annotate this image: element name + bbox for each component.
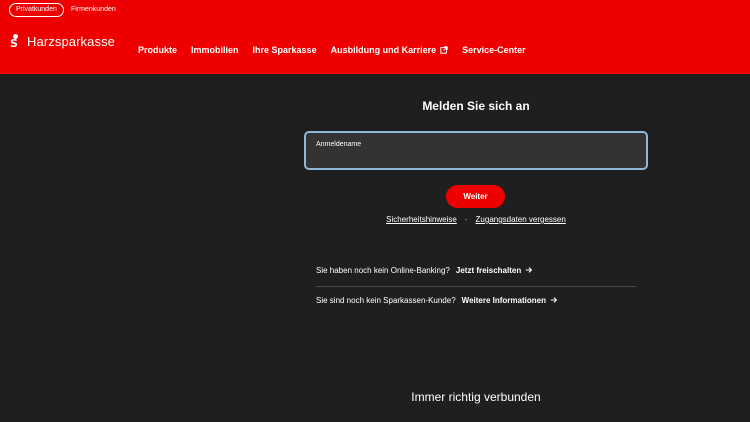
- logo-text: Harzsparkasse: [27, 34, 115, 49]
- nav-item-ausbildung[interactable]: Ausbildung und Karriere: [331, 45, 449, 55]
- sparkasse-s-icon: S: [10, 34, 22, 49]
- security-notes-link[interactable]: Sicherheitshinweise: [386, 215, 457, 224]
- footer-title: Immer richtig verbunden: [411, 390, 541, 404]
- nav-label: Ihre Sparkasse: [252, 45, 317, 55]
- external-link-icon: [440, 46, 448, 54]
- nav-item-immobilien[interactable]: Immobilien: [191, 45, 239, 55]
- site-header: Privatkunden Firmenkunden S Harzsparkass…: [0, 0, 750, 74]
- info-text: Sie sind noch kein Sparkassen-Kunde?: [316, 295, 456, 305]
- weiter-button[interactable]: Weiter: [446, 185, 505, 208]
- nav-label: Immobilien: [191, 45, 239, 55]
- forgot-credentials-link[interactable]: Zugangsdaten vergessen: [476, 215, 566, 224]
- nav-label: Ausbildung und Karriere: [330, 45, 437, 55]
- info-row-online-banking: Sie haben noch kein Online-Banking? Jetz…: [316, 255, 636, 285]
- arrow-right-icon: [550, 297, 558, 303]
- more-information-link[interactable]: Weitere Informationen: [462, 296, 558, 305]
- nav-item-service-center[interactable]: Service-Center: [462, 45, 526, 55]
- sparkasse-logo[interactable]: S Harzsparkasse: [10, 34, 115, 49]
- info-row-new-customer: Sie sind noch kein Sparkassen-Kunde? Wei…: [316, 286, 636, 313]
- activate-now-link[interactable]: Jetzt freischalten: [456, 266, 533, 275]
- link-label: Weitere Informationen: [461, 295, 546, 305]
- link-separator: -: [464, 215, 468, 224]
- nav-item-ihre-sparkasse[interactable]: Ihre Sparkasse: [253, 45, 317, 55]
- login-title: Melden Sie sich an: [422, 99, 530, 113]
- tab-privatkunden[interactable]: Privatkunden: [9, 3, 64, 17]
- nav-item-produkte[interactable]: Produkte: [138, 45, 177, 55]
- nav-label: Produkte: [138, 45, 178, 55]
- username-field[interactable]: Anmeldename: [304, 131, 648, 170]
- username-label: Anmeldename: [316, 141, 362, 148]
- tab-firmenkunden[interactable]: Firmenkunden: [64, 3, 123, 17]
- username-input[interactable]: [316, 153, 636, 165]
- link-label: Jetzt freischalten: [455, 265, 522, 275]
- nav-label: Service-Center: [462, 45, 526, 55]
- info-text: Sie haben noch kein Online-Banking?: [316, 265, 450, 275]
- login-help-links: Sicherheitshinweise - Zugangsdaten verge…: [304, 215, 648, 224]
- main-nav: Produkte Immobilien Ihre Sparkasse Ausbi…: [138, 45, 540, 55]
- arrow-right-icon: [526, 267, 533, 273]
